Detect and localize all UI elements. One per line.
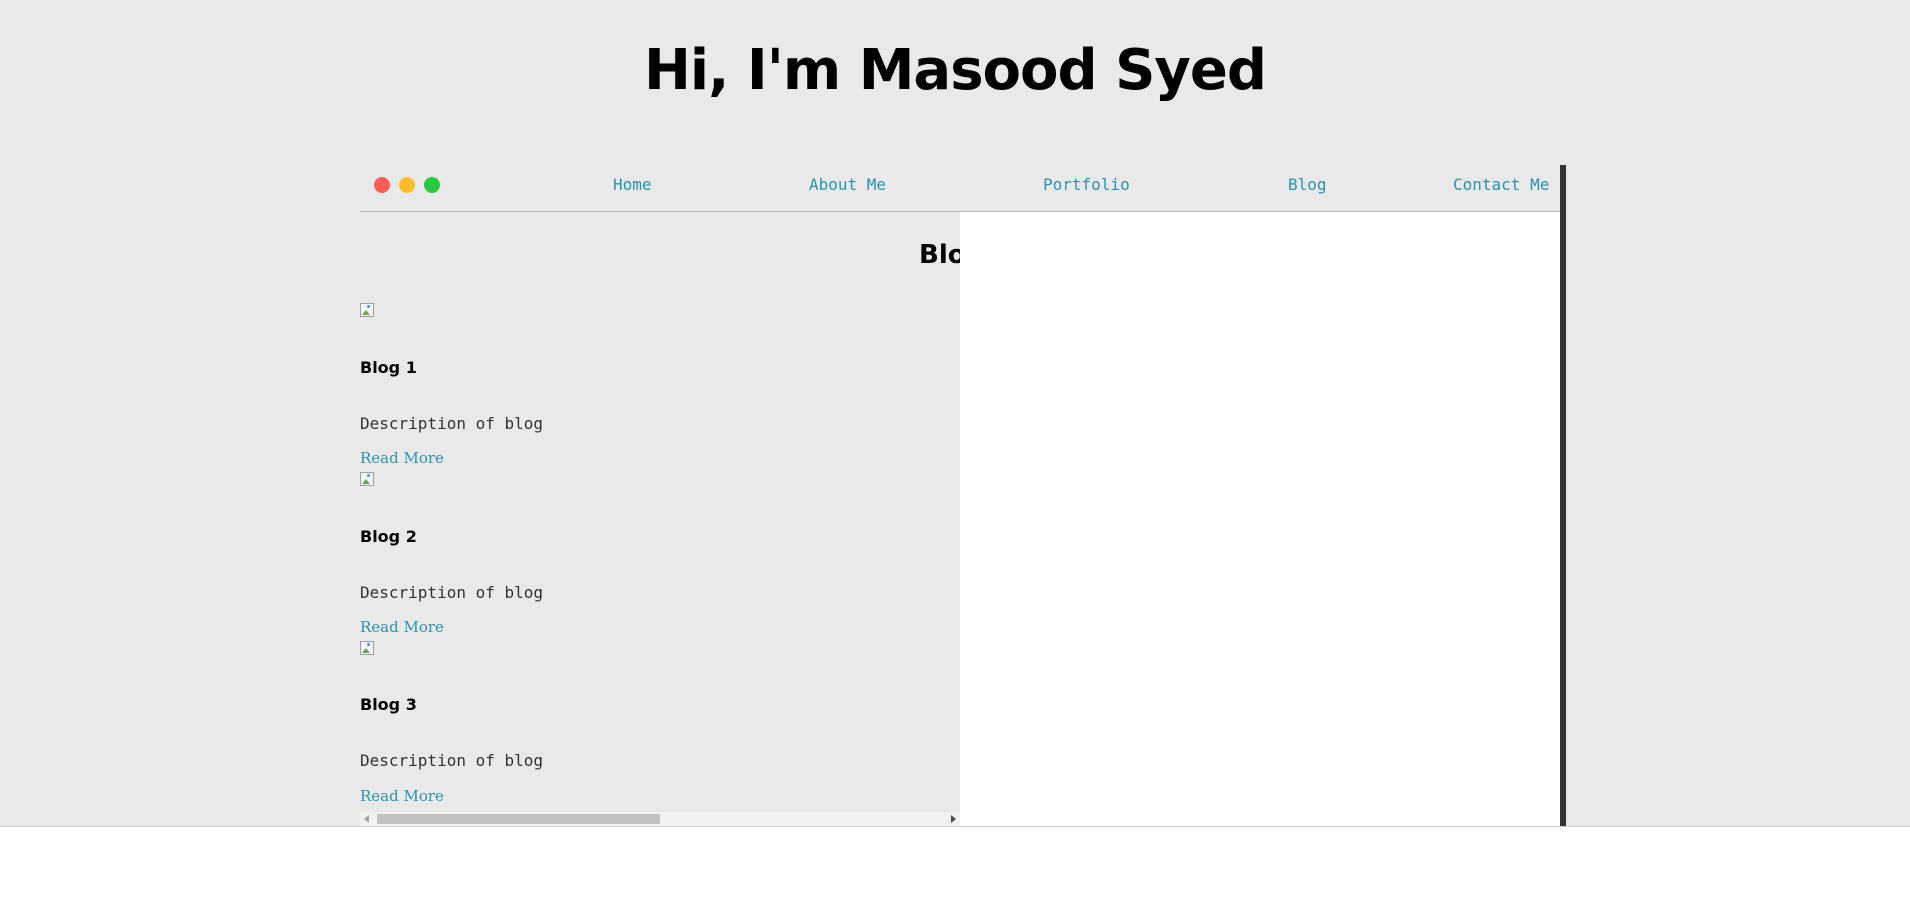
scrollbar-thumb[interactable]: [377, 814, 660, 824]
site-title: Hi, I'm Masood Syed: [644, 38, 1267, 103]
post-description: Description of blog: [360, 414, 544, 433]
read-more-link[interactable]: Read More: [360, 449, 444, 467]
nav-link-blog[interactable]: Blog: [1288, 175, 1327, 194]
nav-link-about-me[interactable]: About Me: [809, 175, 886, 194]
horizontal-scrollbar[interactable]: [360, 812, 960, 826]
blog-section-heading: Blog: [919, 240, 960, 270]
post-title: Blog 3: [360, 695, 417, 714]
nav-link-portfolio[interactable]: Portfolio: [1043, 175, 1130, 194]
maximize-window-icon[interactable]: [424, 177, 440, 193]
blank-content-pane: [960, 212, 1560, 826]
scroll-left-arrow-icon[interactable]: [364, 815, 369, 823]
broken-image-icon: [360, 472, 374, 486]
minimize-window-icon[interactable]: [399, 177, 415, 193]
broken-image-icon: [360, 641, 374, 655]
post-description: Description of blog: [360, 751, 544, 770]
window-edge: [1560, 165, 1566, 826]
blog-content-frame[interactable]: Blog Blog 1 Description of blog Read Mor…: [360, 212, 960, 826]
read-more-link[interactable]: Read More: [360, 787, 444, 805]
scroll-right-arrow-icon[interactable]: [951, 815, 956, 823]
nav-link-contact-me[interactable]: Contact Me: [1453, 175, 1549, 194]
post-description: Description of blog: [360, 583, 544, 602]
window-titlebar: Home About Me Portfolio Blog Contact Me: [360, 165, 1560, 212]
nav-link-home[interactable]: Home: [613, 175, 652, 194]
post-title: Blog 2: [360, 527, 417, 546]
close-window-icon[interactable]: [374, 177, 390, 193]
post-title: Blog 1: [360, 358, 417, 377]
read-more-link[interactable]: Read More: [360, 618, 444, 636]
browser-window: Home About Me Portfolio Blog Contact Me …: [360, 165, 1565, 826]
broken-image-icon: [360, 303, 374, 317]
